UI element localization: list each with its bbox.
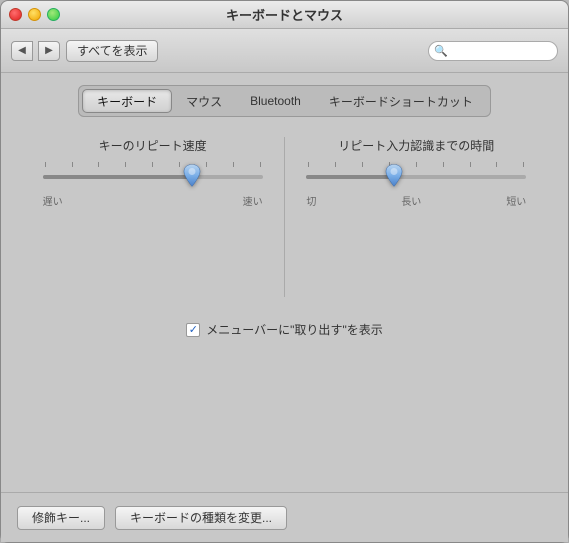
repeat-delay-labels: 切 長い 短い (306, 193, 526, 208)
repeat-speed-thumb[interactable] (183, 165, 201, 190)
maximize-button[interactable] (47, 8, 60, 21)
tab-mouse[interactable]: マウス (172, 89, 236, 113)
tick (206, 162, 207, 167)
bottom-bar: 修飾キー... キーボードの種類を変更... (1, 492, 568, 542)
tick (496, 162, 497, 167)
repeat-speed-group: キーのリピート速度 (43, 137, 263, 297)
tick (98, 162, 99, 167)
repeat-delay-group: リピート入力認識までの時間 (306, 137, 526, 297)
forward-button[interactable]: ▶ (38, 41, 60, 61)
tick (362, 162, 363, 167)
repeat-speed-track-container (43, 162, 263, 187)
change-keyboard-button[interactable]: キーボードの種類を変更... (115, 506, 287, 530)
content-area: キーボード マウス Bluetooth キーボードショートカット キーのリピート… (1, 73, 568, 492)
repeat-delay-thumb[interactable] (385, 165, 403, 190)
toolbar: ◀ ▶ すべてを表示 🔍 (1, 29, 568, 73)
tab-bar: キーボード マウス Bluetooth キーボードショートカット (78, 85, 491, 117)
repeat-speed-label-fast: 速い (243, 193, 263, 208)
back-icon: ◀ (18, 45, 26, 56)
repeat-delay-label: リピート入力認識までの時間 (338, 137, 494, 154)
repeat-speed-ticks (43, 162, 263, 167)
modifier-keys-button[interactable]: 修飾キー... (17, 506, 105, 530)
tick (179, 162, 180, 167)
title-bar: キーボードとマウス (1, 1, 568, 29)
tick (416, 162, 417, 167)
repeat-delay-ticks (306, 162, 526, 167)
minimize-button[interactable] (28, 8, 41, 21)
repeat-speed-labels: 遅い 速い (43, 193, 263, 208)
tick (125, 162, 126, 167)
repeat-delay-label-long: 長い (401, 193, 421, 208)
repeat-speed-track[interactable] (43, 175, 263, 179)
show-all-button[interactable]: すべてを表示 (66, 40, 158, 62)
close-button[interactable] (9, 8, 22, 21)
tick (335, 162, 336, 167)
slider-separator (284, 137, 285, 297)
tick (72, 162, 73, 167)
repeat-speed-label: キーのリピート速度 (99, 137, 207, 154)
eject-checkbox[interactable]: ✓ (186, 323, 200, 337)
main-window: キーボードとマウス ◀ ▶ すべてを表示 🔍 キーボード マウス Bluetoo… (0, 0, 569, 543)
repeat-speed-label-slow: 遅い (43, 193, 63, 208)
checkbox-section: ✓ メニューバーに"取り出す"を表示 (17, 321, 552, 338)
tick (523, 162, 524, 167)
tick (152, 162, 153, 167)
sliders-section: キーのリピート速度 (17, 137, 552, 297)
tick (308, 162, 309, 167)
eject-checkbox-label: メニューバーに"取り出す"を表示 (206, 321, 382, 338)
repeat-delay-track[interactable] (306, 175, 526, 179)
traffic-lights (1, 8, 60, 21)
search-input[interactable] (428, 41, 558, 61)
tick (233, 162, 234, 167)
repeat-delay-label-short: 短い (506, 193, 526, 208)
forward-icon: ▶ (45, 45, 53, 56)
tick (470, 162, 471, 167)
tab-keyboard[interactable]: キーボード (82, 89, 172, 113)
search-container: 🔍 (428, 41, 558, 61)
checkbox-checkmark: ✓ (189, 323, 198, 336)
repeat-delay-label-off: 切 (306, 193, 316, 208)
tick (260, 162, 261, 167)
tick (443, 162, 444, 167)
tick (45, 162, 46, 167)
tab-bluetooth[interactable]: Bluetooth (236, 89, 315, 113)
tab-shortcuts[interactable]: キーボードショートカット (315, 89, 487, 113)
repeat-delay-track-container (306, 162, 526, 187)
back-button[interactable]: ◀ (11, 41, 33, 61)
window-title: キーボードとマウス (226, 5, 343, 24)
